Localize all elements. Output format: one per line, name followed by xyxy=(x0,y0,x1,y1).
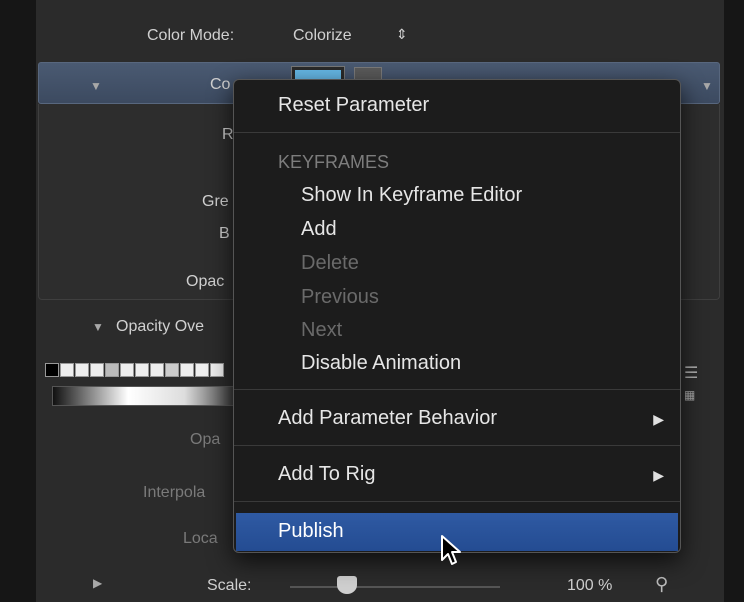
popup-stepper-icon[interactable]: ⇕ xyxy=(396,26,408,43)
green-label: Gre xyxy=(202,193,229,210)
red-label: R xyxy=(222,126,234,143)
menu-item-reset-parameter[interactable]: Reset Parameter xyxy=(234,94,680,117)
context-menu: Reset Parameter KEYFRAMES Show In Keyfra… xyxy=(233,79,681,553)
color-label: Co xyxy=(210,76,231,93)
scale-value[interactable]: 100 % xyxy=(567,577,612,595)
disclosure-triangle-icon[interactable]: ▼ xyxy=(90,79,102,93)
menu-item-disable-animation[interactable]: Disable Animation xyxy=(234,352,680,375)
menu-item-previous: Previous xyxy=(301,286,379,308)
menu-item-add[interactable]: Add xyxy=(234,218,680,241)
mouse-pointer-icon xyxy=(441,535,461,565)
menu-separator xyxy=(234,501,680,502)
window-edge-right xyxy=(724,0,744,602)
menu-separator xyxy=(234,445,680,446)
gradient-tags[interactable] xyxy=(45,363,245,379)
disclosure-triangle-icon[interactable]: ▼ xyxy=(92,320,104,334)
menu-item-add-parameter-behavior[interactable]: Add Parameter Behavior ▶ xyxy=(234,407,680,430)
opacity-over-life-label: Opacity Ove xyxy=(116,318,205,335)
color-mode-popup[interactable]: Colorize xyxy=(293,27,352,45)
gradient-menu-icon[interactable]: ☰ xyxy=(684,363,698,383)
row-menu-arrow-icon[interactable]: ▼ xyxy=(701,79,713,93)
menu-item-delete: Delete xyxy=(301,252,359,274)
scale-label: Scale: xyxy=(207,577,252,594)
menu-item-show-in-keyframe-editor[interactable]: Show In Keyframe Editor xyxy=(234,184,680,207)
color-mode-label: Color Mode: xyxy=(147,27,235,44)
interpolation-label: Interpola xyxy=(143,484,206,501)
menu-header-keyframes: KEYFRAMES xyxy=(278,152,390,172)
scale-slider-track[interactable] xyxy=(290,586,500,588)
scale-slider-thumb[interactable] xyxy=(337,576,357,594)
menu-separator xyxy=(234,389,680,390)
submenu-arrow-icon: ▶ xyxy=(653,411,664,427)
opacity-label: Opac xyxy=(186,273,225,290)
animation-joystick-icon[interactable]: ⚲ xyxy=(655,574,668,595)
opacity-label-2: Opa xyxy=(190,431,221,448)
gradient-bar[interactable] xyxy=(52,386,242,406)
menu-item-label: Add To Rig xyxy=(278,463,376,485)
blue-label: B xyxy=(219,225,230,242)
menu-item-add-to-rig[interactable]: Add To Rig ▶ xyxy=(234,463,680,486)
menu-separator xyxy=(234,132,680,133)
disclosure-triangle-right-icon[interactable]: ▶ xyxy=(93,576,102,590)
submenu-arrow-icon: ▶ xyxy=(653,467,664,483)
gradient-grid-icon[interactable]: ▦ xyxy=(684,388,695,402)
window-edge-left xyxy=(0,0,36,602)
menu-item-next: Next xyxy=(301,319,343,341)
location-label: Loca xyxy=(183,530,218,547)
menu-item-label: Add Parameter Behavior xyxy=(278,407,498,429)
